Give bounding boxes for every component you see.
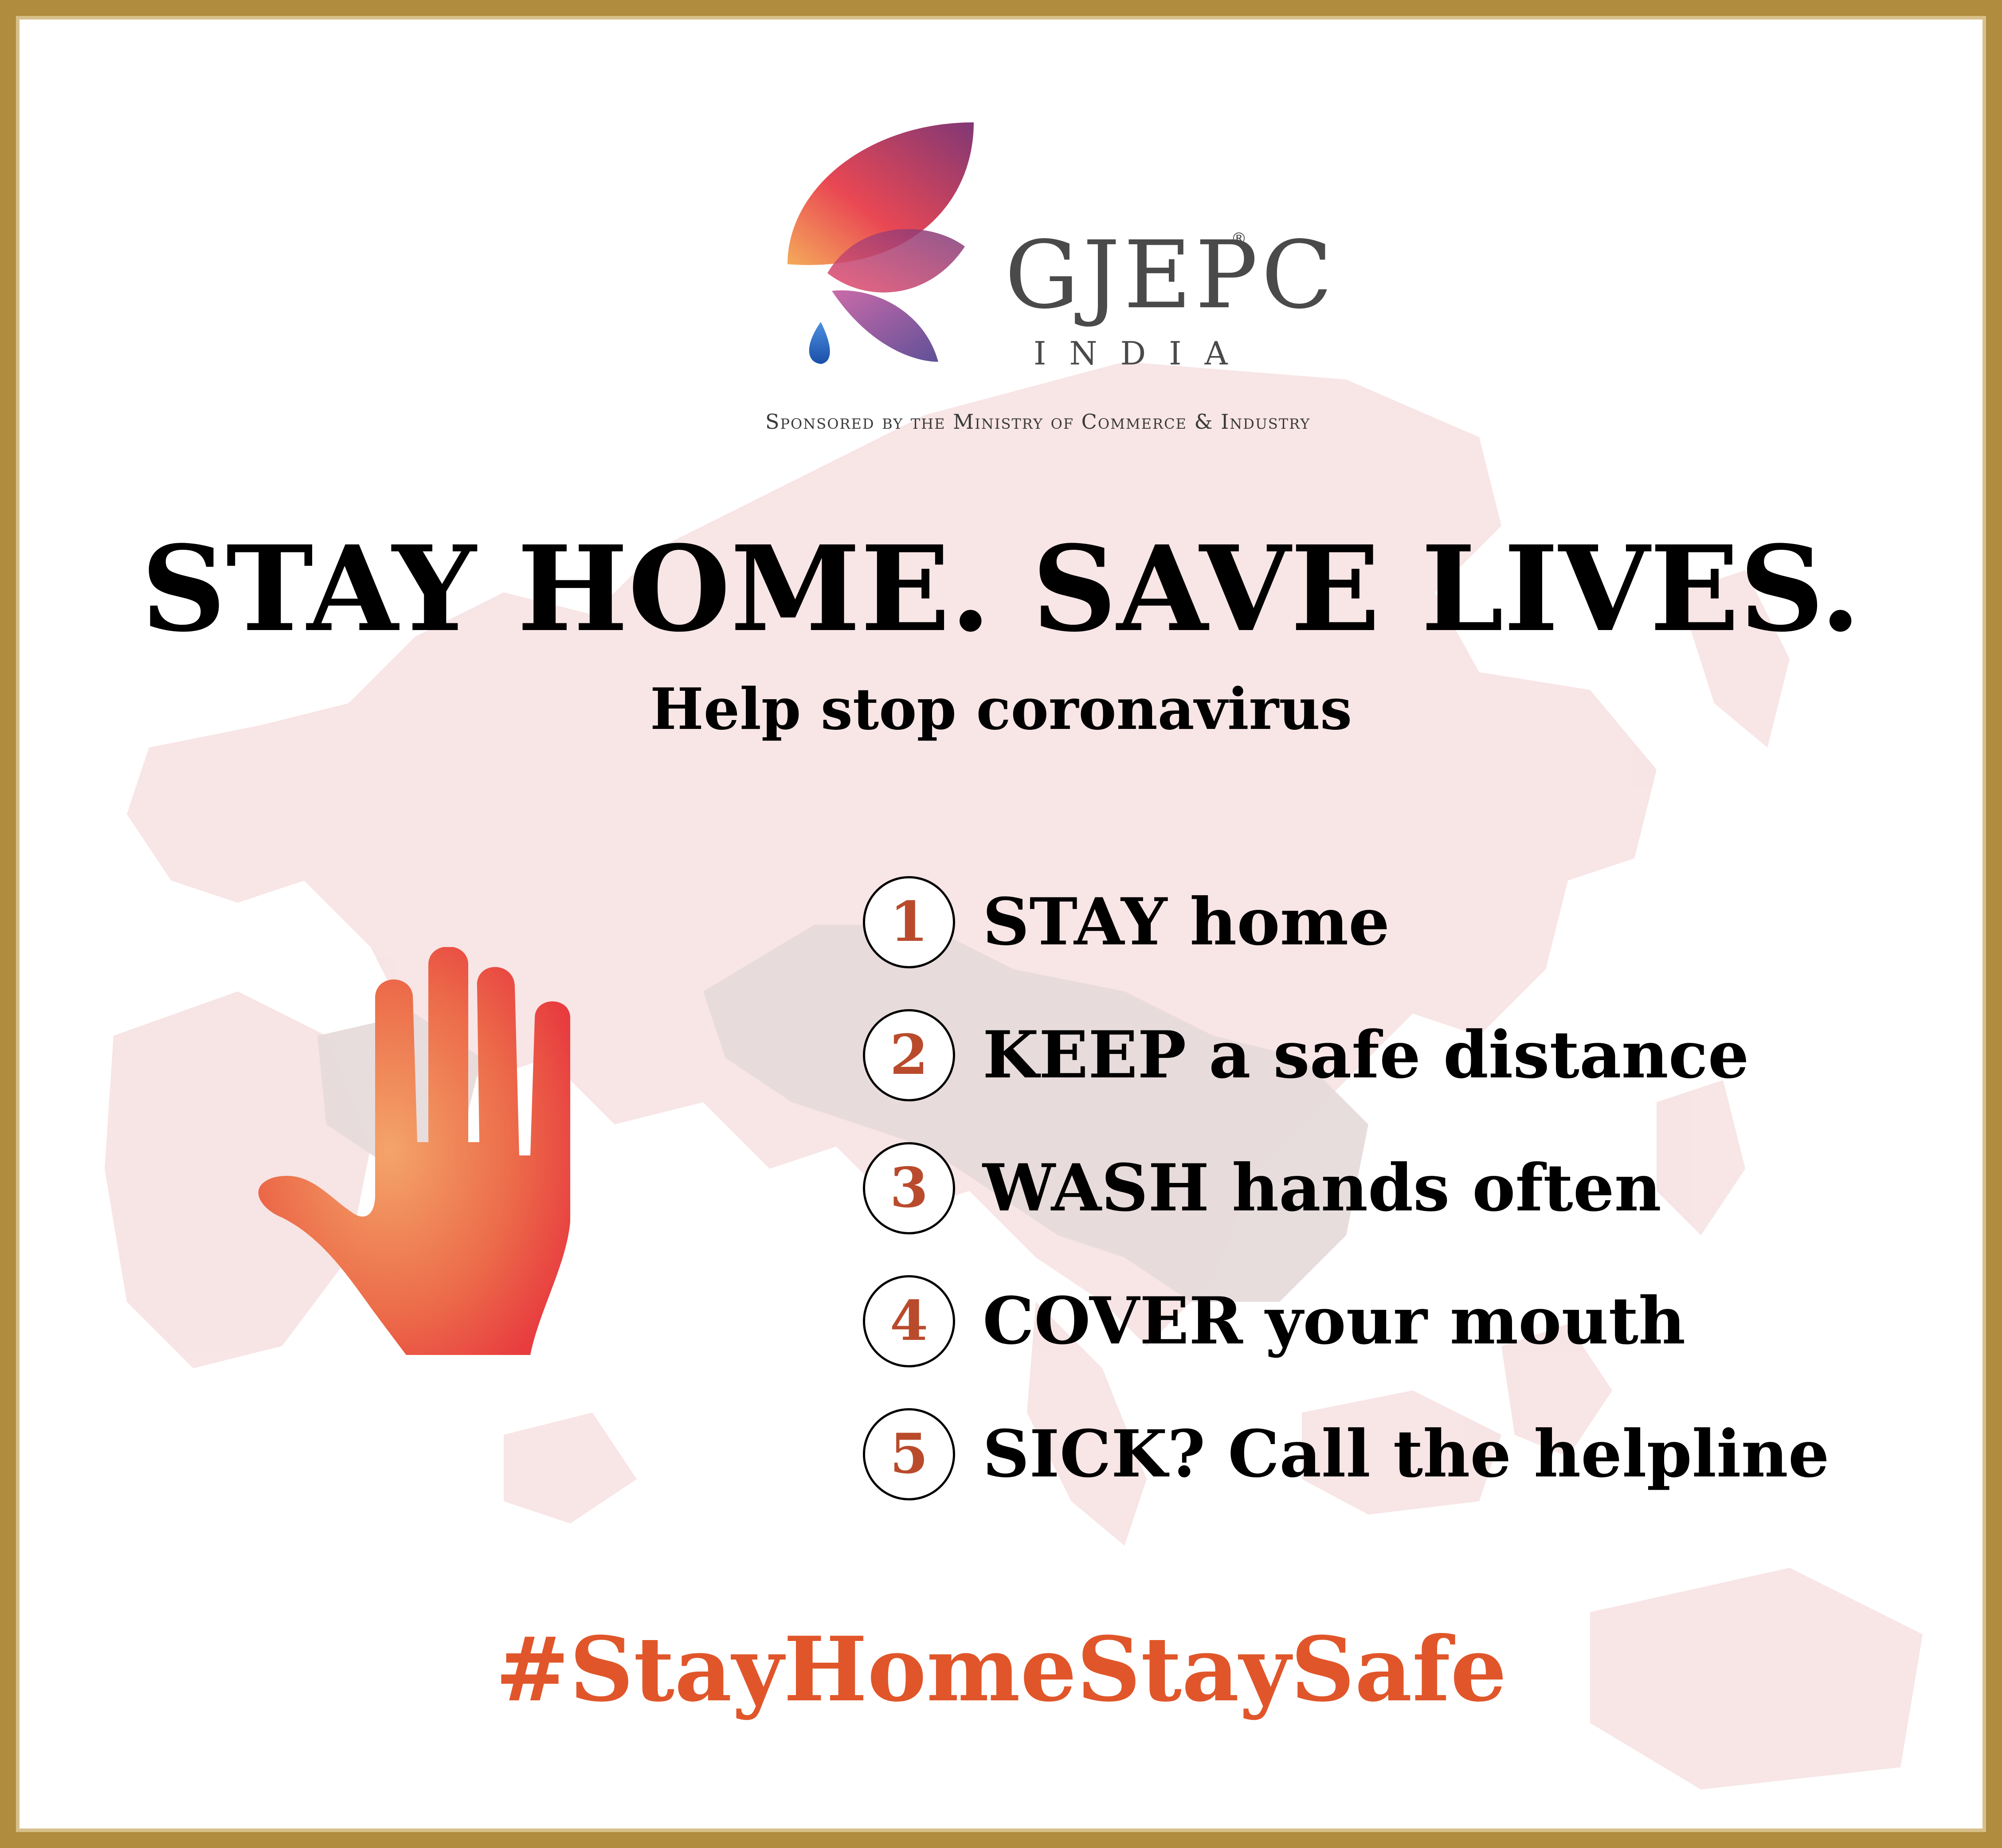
step-text: SICK? Call the helpline (983, 1416, 1830, 1492)
step-number-badge: 3 (863, 1142, 955, 1234)
step-number-badge: 5 (863, 1408, 955, 1500)
step-item-1: 1 STAY home (863, 876, 1927, 974)
step-item-3: 3 WASH hands often (863, 1142, 1927, 1240)
raised-hand-icon (258, 947, 570, 1355)
poster-frame: GJEPC ® INDIA Sponsored by the Ministry … (0, 0, 2002, 1848)
headline: STAY HOME. SAVE LIVES. (141, 520, 1861, 658)
step-text: STAY home (983, 884, 1390, 960)
sponsor-line: Sponsored by the Ministry of Commerce & … (765, 410, 1311, 434)
step-item-5: 5 SICK? Call the helpline (863, 1408, 1927, 1506)
step-number-badge: 2 (863, 1009, 955, 1101)
registered-mark: ® (1231, 230, 1247, 248)
hashtag: #StayHomeStaySafe (495, 1617, 1507, 1722)
step-number-badge: 1 (863, 876, 955, 968)
step-text: WASH hands often (983, 1150, 1661, 1226)
brand-country: INDIA (1034, 335, 1251, 372)
brand-name: GJEPC (1005, 221, 1336, 329)
step-item-4: 4 COVER your mouth (863, 1275, 1927, 1373)
step-text: COVER your mouth (983, 1283, 1686, 1359)
subheadline: Help stop coronavirus (650, 676, 1352, 743)
step-item-2: 2 KEEP a safe distance (863, 1009, 1927, 1107)
step-text: KEEP a safe distance (983, 1017, 1749, 1093)
step-number-badge: 4 (863, 1275, 955, 1367)
